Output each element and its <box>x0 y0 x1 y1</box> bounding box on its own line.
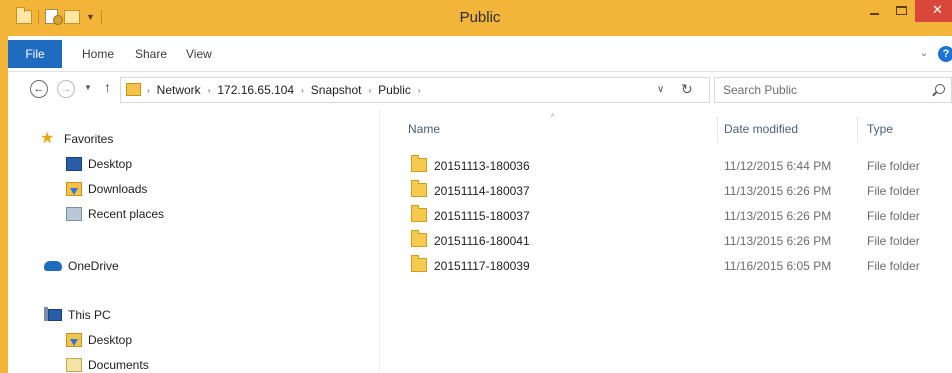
breadcrumb-separator[interactable]: › <box>418 86 421 95</box>
nav-item-downloads[interactable]: Downloads <box>66 182 147 196</box>
breadcrumb-public[interactable]: Public <box>378 83 411 97</box>
maximize-button[interactable] <box>888 0 915 22</box>
nav-onedrive[interactable]: OneDrive <box>44 259 119 273</box>
column-header-date-modified[interactable]: Date modified <box>724 122 798 136</box>
maximize-icon <box>896 6 907 15</box>
tab-share[interactable]: Share <box>135 44 167 64</box>
nav-favorites[interactable]: ★ Favorites <box>40 130 114 147</box>
navigation-pane: ★ Favorites Desktop Downloads Recent pla… <box>8 110 380 373</box>
minimize-button[interactable] <box>860 0 888 22</box>
nav-this-pc-label: This PC <box>68 308 111 322</box>
breadcrumb-separator[interactable]: › <box>301 86 304 95</box>
star-icon: ★ <box>40 130 55 147</box>
ribbon: File Home Share View ⌄ ? <box>8 36 952 72</box>
nav-item-label: Downloads <box>88 182 148 196</box>
nav-item-documents[interactable]: Documents <box>66 358 149 372</box>
nav-item-label: Desktop <box>88 157 133 171</box>
breadcrumb-snapshot[interactable]: Snapshot <box>311 83 362 97</box>
file-type: File folder <box>867 184 920 198</box>
folder-icon <box>411 155 427 172</box>
column-header-name[interactable]: Name <box>408 122 440 136</box>
nav-item-label: Documents <box>88 358 149 372</box>
breadcrumb-separator[interactable]: › <box>147 86 150 95</box>
onedrive-icon <box>44 261 62 271</box>
explorer-window: ▼ Public ✕ File Home Share View ⌄ ? ← → … <box>0 0 952 373</box>
recent-places-icon <box>66 207 82 221</box>
folder-icon <box>126 83 141 96</box>
breadcrumb: › Network › 172.16.65.104 › Snapshot › P… <box>147 83 421 97</box>
file-type: File folder <box>867 159 920 173</box>
file-row[interactable]: 20151113-180036 11/12/2015 6:44 PM File … <box>381 153 952 178</box>
file-date-modified: 11/12/2015 6:44 PM <box>724 159 832 173</box>
this-pc-icon <box>44 307 62 321</box>
desktop-icon <box>66 157 82 171</box>
file-type: File folder <box>867 209 920 223</box>
file-name: 20151115-180037 <box>434 209 530 223</box>
folder-icon <box>411 180 427 197</box>
address-dropdown-icon[interactable]: ∨ <box>657 84 664 95</box>
file-date-modified: 11/13/2015 6:26 PM <box>724 209 832 223</box>
search-box[interactable] <box>714 77 952 103</box>
nav-item-label: Desktop <box>88 333 133 347</box>
address-bar[interactable]: › Network › 172.16.65.104 › Snapshot › P… <box>120 77 710 103</box>
breadcrumb-network[interactable]: Network <box>157 83 201 97</box>
file-row[interactable]: 20151115-180037 11/13/2015 6:26 PM File … <box>381 203 952 228</box>
column-divider[interactable] <box>717 116 718 142</box>
nav-item-label: Recent places <box>88 207 165 221</box>
close-button[interactable]: ✕ <box>915 0 952 22</box>
file-row[interactable]: 20151116-180041 11/13/2015 6:26 PM File … <box>381 228 952 253</box>
documents-icon <box>66 358 82 372</box>
column-header-type[interactable]: Type <box>867 122 893 136</box>
title-bar: ▼ Public ✕ <box>8 0 952 36</box>
file-name: 20151116-180041 <box>434 234 530 248</box>
nav-onedrive-label: OneDrive <box>68 259 119 273</box>
nav-favorites-label: Favorites <box>64 132 114 146</box>
back-button[interactable]: ← <box>30 80 48 98</box>
nav-item-desktop-pc[interactable]: Desktop <box>66 333 132 347</box>
nav-item-recent-places[interactable]: Recent places <box>66 207 164 221</box>
file-type: File folder <box>867 234 920 248</box>
address-row: ← → ▼ ↑ › Network › 172.16.65.104 › Snap… <box>8 72 952 110</box>
breadcrumb-ip[interactable]: 172.16.65.104 <box>217 83 294 97</box>
forward-button[interactable]: → <box>57 80 75 98</box>
help-icon[interactable]: ? <box>938 46 952 62</box>
file-name: 20151114-180037 <box>434 184 530 198</box>
search-input[interactable] <box>723 82 923 98</box>
folder-icon <box>411 230 427 247</box>
recent-locations-chevron-icon[interactable]: ▼ <box>84 83 92 92</box>
nav-this-pc[interactable]: This PC <box>44 307 111 322</box>
refresh-icon[interactable]: ↻ <box>681 81 693 98</box>
folder-icon <box>411 255 427 272</box>
sort-ascending-icon: ^ <box>551 114 555 121</box>
ribbon-expand-chevron-icon[interactable]: ⌄ <box>920 48 928 59</box>
close-icon: ✕ <box>932 2 943 17</box>
desktop-icon <box>66 333 82 347</box>
tab-home[interactable]: Home <box>82 44 114 64</box>
up-button[interactable]: ↑ <box>104 79 111 95</box>
file-name: 20151117-180039 <box>434 259 530 273</box>
file-type: File folder <box>867 259 920 273</box>
file-row[interactable]: 20151114-180037 11/13/2015 6:26 PM File … <box>381 178 952 203</box>
window-title: Public <box>459 9 501 26</box>
breadcrumb-separator[interactable]: › <box>369 86 372 95</box>
file-date-modified: 11/16/2015 6:05 PM <box>724 259 832 273</box>
search-icon[interactable] <box>935 84 945 94</box>
breadcrumb-separator[interactable]: › <box>208 86 211 95</box>
file-row[interactable]: 20151117-180039 11/16/2015 6:05 PM File … <box>381 253 952 278</box>
tab-file[interactable]: File <box>8 40 62 68</box>
file-list: ^ Name Date modified Type 20151113-18003… <box>381 110 952 373</box>
file-name: 20151113-180036 <box>434 159 530 173</box>
downloads-icon <box>66 182 82 196</box>
column-divider[interactable] <box>857 116 858 142</box>
nav-item-desktop[interactable]: Desktop <box>66 157 132 171</box>
minimize-icon <box>870 13 879 15</box>
folder-icon <box>411 205 427 222</box>
file-date-modified: 11/13/2015 6:26 PM <box>724 234 832 248</box>
tab-view[interactable]: View <box>186 44 212 64</box>
file-date-modified: 11/13/2015 6:26 PM <box>724 184 832 198</box>
